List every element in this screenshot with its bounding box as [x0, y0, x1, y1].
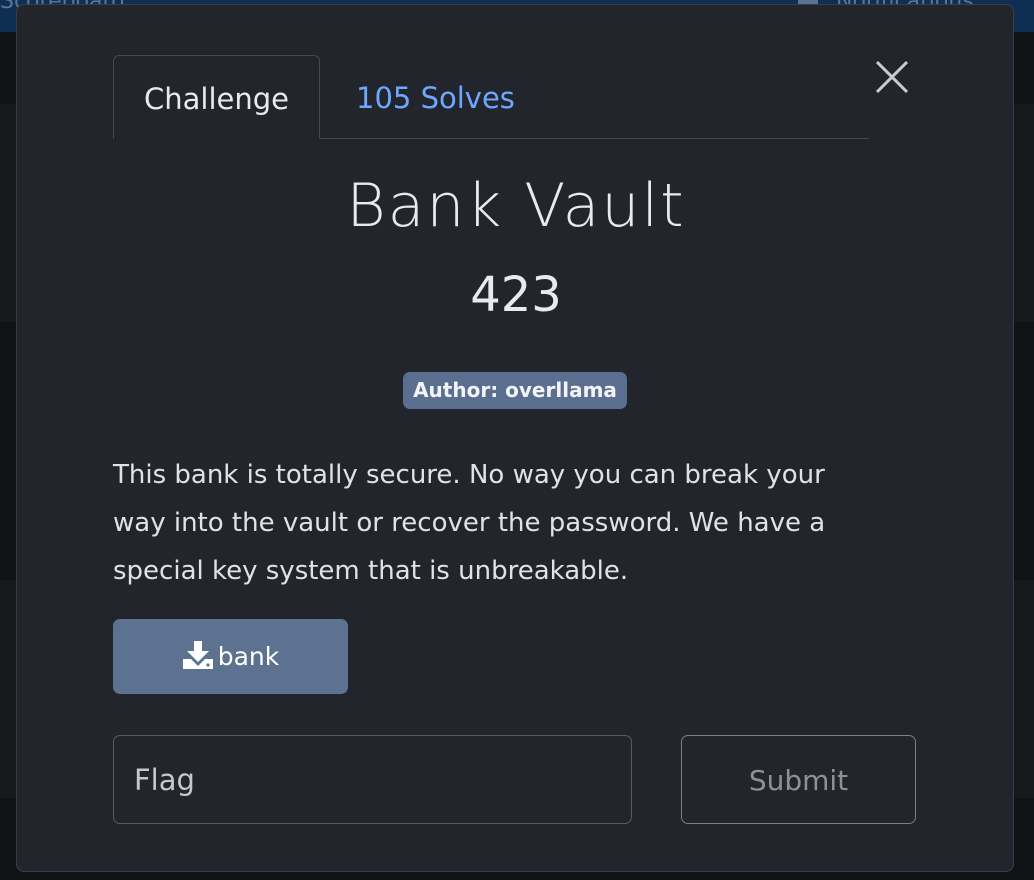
close-icon [875, 60, 909, 94]
tab-solves[interactable]: 105 Solves [356, 55, 515, 138]
modal-tabs: Challenge 105 Solves [113, 55, 869, 139]
download-file-label: bank [217, 642, 280, 671]
download-file-button[interactable]: bank [113, 619, 348, 694]
challenge-description: This bank is totally secure. No way you … [113, 460, 826, 586]
download-icon [182, 641, 213, 669]
tab-challenge[interactable]: Challenge [113, 55, 320, 139]
challenge-modal: Challenge 105 Solves Bank Vault 423 Auth… [16, 4, 1014, 872]
close-button[interactable] [875, 60, 909, 94]
submit-button[interactable]: Submit [681, 735, 916, 824]
author-badge: Author: overllama [403, 372, 627, 409]
flag-input[interactable] [113, 735, 632, 824]
challenge-points: 423 [470, 267, 562, 323]
challenge-title: Bank Vault [346, 171, 686, 241]
